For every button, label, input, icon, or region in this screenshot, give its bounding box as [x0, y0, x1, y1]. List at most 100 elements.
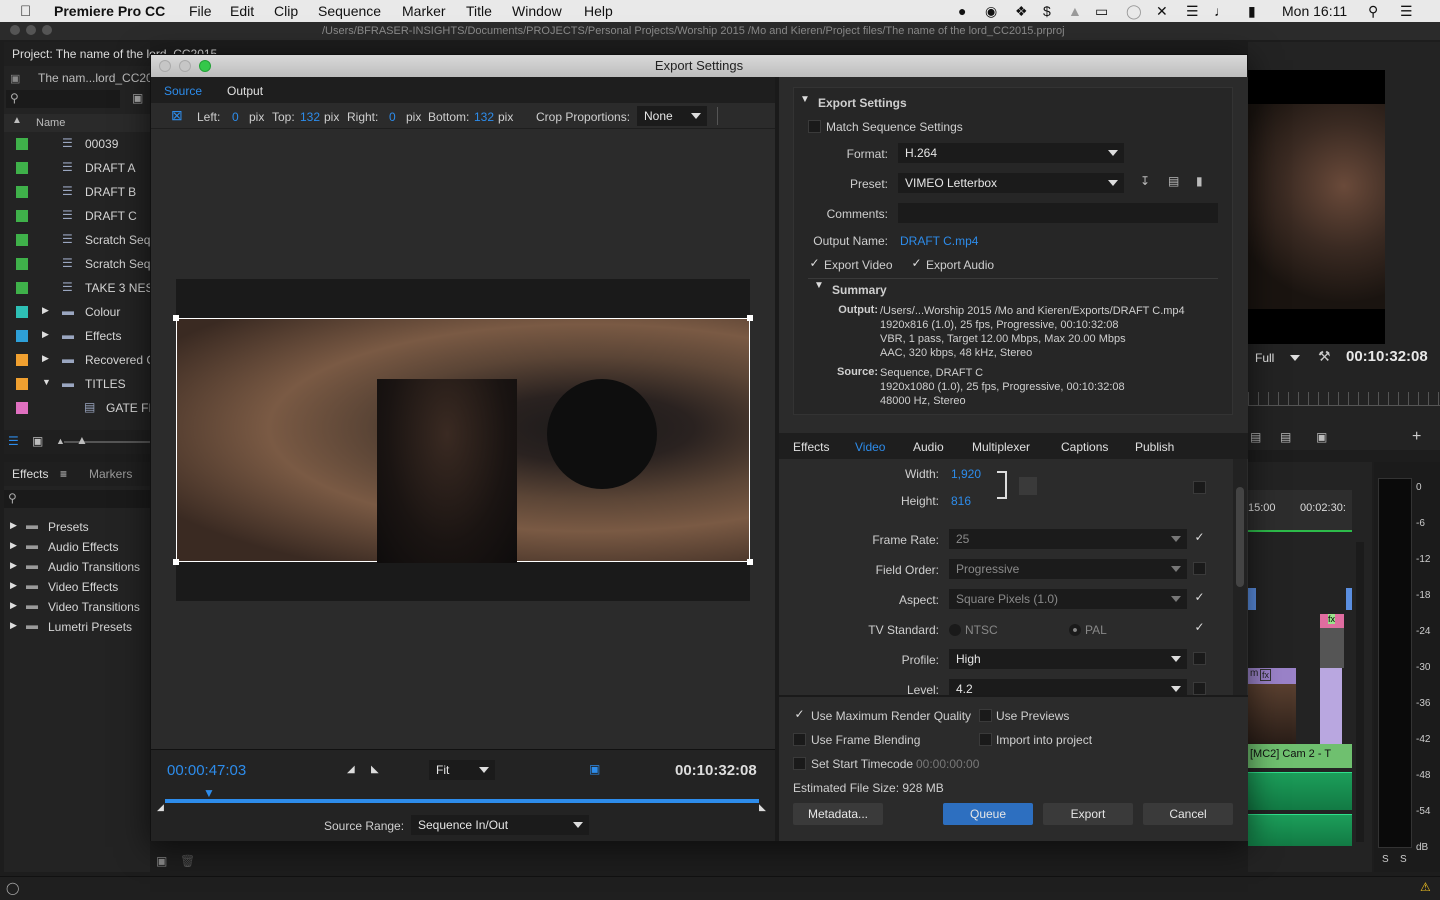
- panel-menu-icon[interactable]: ≡: [60, 467, 67, 481]
- crop-proportions-select[interactable]: None: [637, 106, 707, 126]
- collapsed-triangle-icon[interactable]: ▶: [10, 600, 17, 611]
- project-list-item[interactable]: ▶ ▬ Recovered C: [4, 348, 155, 372]
- effects-search-input[interactable]: ⚲: [4, 490, 150, 508]
- crop-handle-bottom-right[interactable]: [747, 559, 753, 565]
- menu-title[interactable]: Title: [466, 3, 492, 19]
- work-area-bar[interactable]: [1248, 530, 1352, 532]
- export-video-checkbox[interactable]: ✓: [808, 257, 821, 271]
- add-button-icon[interactable]: +: [1412, 428, 1421, 446]
- menu-help[interactable]: Help: [584, 3, 613, 19]
- notification-center-icon[interactable]: ☰: [1400, 3, 1413, 20]
- tab-audio[interactable]: Audio: [913, 440, 944, 454]
- label-color-swatch[interactable]: [16, 330, 28, 342]
- label-color-swatch[interactable]: [16, 306, 28, 318]
- effects-tree-item[interactable]: ▶ ▬ Audio Transitions: [4, 558, 150, 576]
- close-dialog-icon[interactable]: [159, 60, 171, 72]
- icon-view-icon[interactable]: ▣: [32, 434, 43, 448]
- tv-standard-checkbox[interactable]: ✓: [1193, 621, 1206, 635]
- scrollbar-thumb[interactable]: [1236, 487, 1244, 587]
- set-out-point-icon[interactable]: ◣: [371, 764, 379, 775]
- import-into-project-checkbox[interactable]: [979, 733, 992, 746]
- collapsed-triangle-icon[interactable]: ▶: [10, 520, 17, 531]
- tab-video[interactable]: Video: [855, 440, 885, 454]
- battery-icon[interactable]: ▮: [1248, 3, 1256, 20]
- program-ruler[interactable]: [1248, 392, 1440, 406]
- list-view-icon[interactable]: ☰: [8, 434, 19, 448]
- spotlight-search-icon[interactable]: ⚲: [1368, 3, 1378, 20]
- delete-icon[interactable]: 🗑: [180, 854, 195, 868]
- project-list-item[interactable]: ▤ GATE FI: [4, 396, 154, 420]
- program-resolution-select[interactable]: Full: [1248, 348, 1306, 368]
- project-list-item[interactable]: ▶ ▬ Effects: [4, 324, 154, 348]
- label-color-swatch[interactable]: [16, 402, 28, 414]
- set-in-point-icon[interactable]: ◢: [347, 764, 355, 775]
- aspect-select[interactable]: Square Pixels (1.0): [949, 589, 1187, 609]
- effects-tree-item[interactable]: ▶ ▬ Lumetri Presets: [4, 618, 150, 636]
- pal-radio[interactable]: [1069, 624, 1081, 636]
- dollar-icon[interactable]: $: [1043, 3, 1051, 19]
- preview-video-frame[interactable]: [176, 318, 750, 563]
- comments-input[interactable]: [898, 203, 1218, 223]
- crop-bottom-value[interactable]: 132: [474, 110, 494, 124]
- label-color-swatch[interactable]: [16, 138, 28, 150]
- delete-preset-icon[interactable]: ▮: [1196, 174, 1203, 188]
- aspect-checkbox[interactable]: ✓: [1193, 591, 1206, 605]
- audio-waveform-2[interactable]: [1248, 814, 1352, 846]
- format-select[interactable]: H.264: [898, 143, 1124, 163]
- wifi-icon[interactable]: ☰: [1186, 3, 1199, 20]
- collapsed-triangle-icon[interactable]: ▶: [42, 353, 49, 364]
- profile-checkbox[interactable]: [1193, 652, 1206, 665]
- zoom-fit-select[interactable]: Fit: [429, 760, 495, 780]
- effects-tree-item[interactable]: ▶ ▬ Video Transitions: [4, 598, 150, 616]
- tab-effects[interactable]: Effects: [12, 467, 48, 481]
- collapsed-triangle-icon[interactable]: ▶: [42, 329, 49, 340]
- export-frame-icon[interactable]: ▣: [1316, 430, 1327, 444]
- label-color-swatch[interactable]: [16, 354, 28, 366]
- crop-right-value[interactable]: 0: [389, 110, 396, 124]
- apple-icon[interactable]: : [20, 3, 31, 20]
- collapsed-triangle-icon[interactable]: ▶: [10, 560, 17, 571]
- solo-right-button[interactable]: S: [1400, 854, 1407, 865]
- project-list-item[interactable]: ▼ ▬ TITLES: [4, 372, 154, 396]
- project-list-item[interactable]: ☰ DRAFT A: [4, 156, 154, 180]
- project-list-item[interactable]: ☰ DRAFT C: [4, 204, 154, 228]
- ntsc-radio[interactable]: [949, 624, 961, 636]
- tab-captions[interactable]: Captions: [1061, 440, 1108, 454]
- warning-icon[interactable]: ⚠: [1420, 880, 1431, 894]
- wrench-icon[interactable]: ⚒: [1318, 348, 1331, 365]
- project-list-item[interactable]: ☰ DRAFT B: [4, 180, 154, 204]
- field-order-checkbox[interactable]: [1193, 562, 1206, 575]
- collapsed-triangle-icon[interactable]: ▶: [10, 580, 17, 591]
- source-range-bar[interactable]: [165, 799, 759, 803]
- match-sequence-checkbox[interactable]: [808, 120, 821, 133]
- menu-sequence[interactable]: Sequence: [318, 3, 381, 19]
- video-clip-b[interactable]: [1346, 588, 1352, 610]
- sort-chevron-icon[interactable]: ▲: [12, 115, 22, 126]
- start-timecode-checkbox[interactable]: [793, 757, 806, 770]
- project-list-item[interactable]: ☰ Scratch Sequ: [4, 252, 157, 276]
- multicam-clip[interactable]: [MC2] Cam 2 - T: [1248, 744, 1352, 768]
- video-clip-a[interactable]: [1248, 588, 1256, 610]
- menu-window[interactable]: Window: [512, 3, 562, 19]
- expanded-triangle-icon[interactable]: ▼: [42, 377, 51, 387]
- program-timecode[interactable]: 00:10:32:08: [1346, 348, 1428, 365]
- playhead-icon[interactable]: ▼: [203, 786, 215, 800]
- crop-top-value[interactable]: 132: [300, 110, 320, 124]
- bluetooth-icon[interactable]: ✕: [1156, 3, 1168, 20]
- new-bin-icon[interactable]: ▣: [132, 91, 143, 105]
- zoom-window-icon[interactable]: [42, 25, 52, 35]
- project-list-item[interactable]: ▶ ▬ Colour: [4, 300, 154, 324]
- video-clip-pink[interactable]: fx: [1320, 614, 1344, 668]
- volume-icon[interactable]: ♩: [1214, 3, 1228, 19]
- summary-collapse-icon[interactable]: ▼: [814, 280, 824, 291]
- aspect-correction-icon[interactable]: ▣: [589, 762, 600, 776]
- effects-tree-item[interactable]: ▶ ▬ Audio Effects: [4, 538, 150, 556]
- constrain-proportions-button[interactable]: [1019, 477, 1037, 495]
- close-window-icon[interactable]: [10, 25, 20, 35]
- zoom-dialog-icon[interactable]: [199, 60, 211, 72]
- video-settings-scrollbar[interactable]: [1233, 459, 1247, 695]
- effects-tree-item[interactable]: ▶ ▬ Video Effects: [4, 578, 150, 596]
- collapsed-triangle-icon[interactable]: ▶: [10, 620, 17, 631]
- width-override-checkbox[interactable]: [1193, 481, 1206, 494]
- tab-output[interactable]: Output: [227, 84, 263, 98]
